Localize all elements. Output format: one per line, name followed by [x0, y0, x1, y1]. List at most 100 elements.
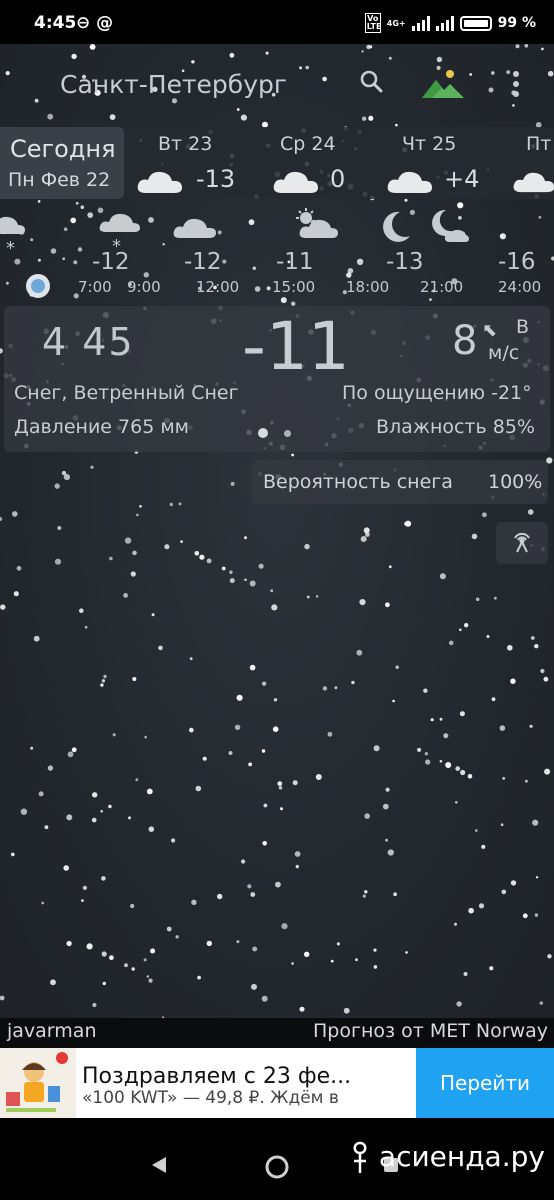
snowflake — [535, 876, 539, 879]
page-dot-active[interactable] — [258, 428, 268, 438]
snowflake — [359, 599, 366, 606]
snowflake — [195, 785, 202, 792]
day-name: Ср 24 — [280, 133, 336, 155]
snowflake — [494, 596, 497, 600]
snowflake — [373, 745, 380, 752]
snowflake — [252, 946, 258, 952]
snowflake — [360, 536, 367, 542]
snowflake — [143, 958, 147, 962]
pressure: Давление 765 мм — [14, 416, 189, 438]
snowflake — [291, 453, 294, 457]
snowflake — [544, 768, 551, 775]
snowflake — [392, 699, 395, 703]
ad-thumbnail[interactable] — [0, 1048, 76, 1118]
snowflake — [273, 698, 278, 702]
search-icon[interactable] — [358, 68, 386, 100]
snowflake — [525, 779, 528, 783]
snowflake — [280, 807, 283, 811]
snowflake — [169, 502, 173, 507]
page-dot[interactable] — [284, 430, 291, 437]
hourly-time: 15:00 — [272, 278, 316, 296]
snowflake — [534, 913, 539, 917]
snowflake — [244, 536, 247, 540]
snowflake — [131, 967, 135, 971]
more-vert-icon[interactable] — [510, 70, 522, 104]
credits-bar: javarman Прогноз от MET Norway — [0, 1018, 554, 1048]
snowflake — [343, 1007, 350, 1014]
snowflake — [270, 589, 274, 593]
snowflake — [0, 995, 5, 1001]
condition-text: Снег, Ветренный Снег — [14, 382, 239, 404]
snowflake — [236, 940, 240, 944]
snowflake — [527, 509, 534, 515]
snowflake — [539, 1001, 543, 1005]
snowflake — [57, 526, 62, 530]
watermark: асиенда.ру — [350, 1140, 545, 1175]
snowflake — [244, 578, 247, 581]
snowflake — [534, 644, 539, 649]
forecast-credit[interactable]: Прогноз от MET Norway — [313, 1020, 548, 1042]
snowflake — [304, 543, 310, 550]
snowflake — [175, 935, 179, 939]
tab-today[interactable]: Сегодня Пн Фев 22 — [0, 127, 124, 199]
snowflake — [44, 825, 49, 830]
snowflake — [502, 776, 506, 780]
ad-go-button[interactable]: Перейти — [416, 1048, 554, 1118]
snowflake — [30, 746, 34, 750]
snowflake — [100, 809, 103, 813]
snowflake — [355, 958, 358, 962]
snowflake — [362, 894, 366, 898]
snowflake — [230, 481, 235, 486]
snowflake — [189, 727, 194, 733]
radar-button[interactable] — [496, 522, 548, 564]
snowflake — [13, 591, 19, 597]
snowflake — [460, 769, 466, 776]
network-label: 4G+ — [386, 18, 406, 28]
snowflake — [443, 733, 449, 739]
snowflake — [109, 556, 113, 561]
snowflake — [180, 540, 184, 543]
snowflake — [294, 851, 301, 857]
ad-banner[interactable]: Поздравляем с 23 фе... «100 KWT» — 49,8 … — [0, 1048, 554, 1118]
city-name[interactable]: Санкт-Петербург — [60, 70, 287, 99]
snowflake — [101, 679, 106, 683]
snowflake — [271, 604, 278, 611]
snowflake — [258, 563, 264, 569]
snowflake — [124, 963, 128, 968]
partly-cloudy-icon — [296, 208, 340, 244]
radar-icon — [509, 528, 535, 558]
snowflake — [63, 865, 69, 871]
snowflake — [66, 940, 72, 947]
home-icon[interactable] — [264, 1154, 290, 1184]
back-icon[interactable] — [150, 1156, 168, 1178]
snowflake — [0, 604, 6, 610]
snowflake — [103, 674, 107, 679]
snowflake — [249, 664, 256, 671]
day-temp: +4 — [444, 165, 480, 193]
cloud-icon — [172, 214, 218, 244]
snowflake — [459, 628, 462, 632]
snowflake — [530, 636, 535, 640]
snowflake — [364, 813, 371, 819]
landscape-icon[interactable] — [420, 66, 466, 104]
day-temp: -13 — [196, 165, 236, 193]
snowflake — [385, 838, 388, 842]
snowflake — [144, 735, 147, 739]
watermark-logo-icon — [350, 1141, 370, 1175]
snowflake — [86, 943, 93, 950]
snowflake — [393, 892, 397, 897]
moon-cloud-icon — [428, 208, 470, 248]
snowflake — [499, 725, 506, 731]
cloud-icon — [136, 169, 184, 199]
snowflake — [456, 1001, 462, 1007]
snowflake — [291, 962, 294, 965]
hourly-temp: -11 — [276, 249, 314, 275]
current-time-marker[interactable] — [26, 274, 50, 298]
snowflake — [471, 533, 478, 540]
snowflake — [327, 731, 333, 737]
snowflake — [315, 595, 319, 598]
snowflake — [405, 951, 408, 954]
snowflake — [229, 570, 233, 574]
snowflake — [532, 819, 539, 826]
photo-credit[interactable]: javarman — [7, 1020, 96, 1042]
